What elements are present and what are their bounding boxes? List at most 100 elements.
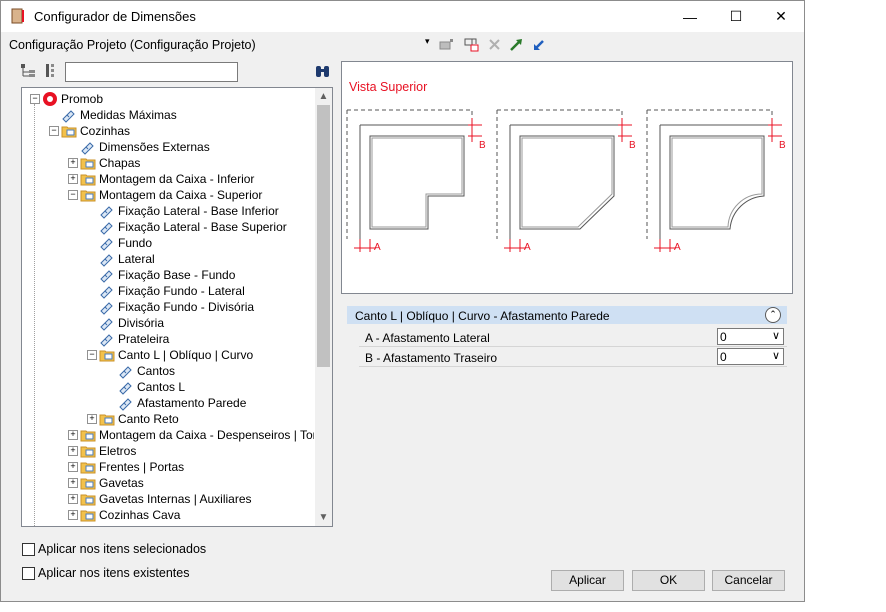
- tree-node[interactable]: +Cozinhas Cava: [22, 507, 314, 523]
- tree-node-label: Gavetas: [99, 476, 144, 490]
- delete-icon[interactable]: [486, 36, 503, 53]
- dialog-window: Configurador de Dimensões — ☐ ✕ Configur…: [0, 0, 805, 602]
- ruler-icon: [99, 251, 115, 267]
- tree-node[interactable]: +Eletros: [22, 443, 314, 459]
- tree-node-label: Montagem da Caixa - Inferior: [99, 172, 254, 186]
- folder-icon: [80, 187, 96, 203]
- expand-icon[interactable]: +: [87, 414, 97, 424]
- collapse-tree-icon[interactable]: −: [87, 350, 97, 360]
- tree-node[interactable]: Fixação Base - Fundo: [22, 267, 314, 283]
- tree-expand-icon[interactable]: [20, 62, 37, 79]
- tree-node-label: Montagem da Caixa - Despenseiros | Torre…: [99, 428, 314, 442]
- category-tree[interactable]: −PromobMedidas Máximas − CozinhasDimensões…: [21, 87, 333, 527]
- tree-node[interactable]: + Montagem da Caixa - Inferior: [22, 171, 314, 187]
- tree-node[interactable]: Dimensões Externas: [22, 139, 314, 155]
- tree-node[interactable]: + Gavetas: [22, 475, 314, 491]
- tree-node-label: Fixação Fundo - Lateral: [118, 284, 245, 298]
- tree-node-label: Cozinhas: [80, 124, 130, 138]
- diagram-2-label-a: A: [524, 242, 531, 252]
- properties-section-header[interactable]: Canto L | Oblíquo | Curvo - Afastamento …: [347, 306, 787, 324]
- tree-node[interactable]: +Frentes | Portas: [22, 459, 314, 475]
- move-icon[interactable]: [463, 36, 480, 53]
- expand-icon[interactable]: +: [68, 174, 78, 184]
- tree-node[interactable]: Fixação Fundo - Divisória: [22, 299, 314, 315]
- tree-node[interactable]: − Cozinhas: [22, 123, 314, 139]
- maximize-button[interactable]: ☐: [713, 1, 759, 32]
- chevron-down-icon[interactable]: ∨: [772, 349, 780, 362]
- scroll-up-icon[interactable]: ▲: [315, 88, 332, 105]
- tree-node[interactable]: Fixação Lateral - Base Superior: [22, 219, 314, 235]
- diagram-3-label-a: A: [674, 242, 681, 252]
- tree-node-label: Cantos: [137, 364, 175, 378]
- folder-icon: [61, 523, 77, 527]
- expand-icon[interactable]: +: [68, 510, 78, 520]
- diagram-curved-corner: B A: [647, 110, 786, 252]
- export-icon[interactable]: [508, 36, 525, 53]
- ok-button[interactable]: OK: [632, 570, 705, 591]
- collapse-icon[interactable]: ⌃: [765, 307, 781, 323]
- apply-button[interactable]: Aplicar: [551, 570, 624, 591]
- folder-icon: [80, 171, 96, 187]
- ruler-icon: [61, 107, 77, 123]
- scrollbar-thumb[interactable]: [317, 105, 330, 367]
- copy-icon[interactable]: [438, 36, 455, 53]
- import-icon[interactable]: [531, 36, 548, 53]
- tree-node-label: Afastamento Parede: [137, 396, 246, 410]
- collapse-tree-icon[interactable]: −: [68, 190, 78, 200]
- tree-node-label: Prateleira: [118, 332, 169, 346]
- tree-node[interactable]: Afastamento Parede: [22, 395, 314, 411]
- tree-node[interactable]: Cantos L: [22, 379, 314, 395]
- collapse-tree-icon[interactable]: −: [30, 94, 40, 104]
- configuration-selector[interactable]: Configuração Projeto (Configuração Proje…: [9, 38, 256, 52]
- tree-node[interactable]: + Montagem da Caixa - Despenseiros | Torr…: [22, 427, 314, 443]
- tree-node[interactable]: Medidas Máximas: [22, 107, 314, 123]
- apply-selected-label: Aplicar nos itens selecionados: [38, 542, 206, 556]
- ruler-icon: [99, 219, 115, 235]
- expand-icon[interactable]: +: [68, 462, 78, 472]
- afastamento-traseiro-select[interactable]: 0 ∨: [717, 348, 784, 365]
- expand-icon[interactable]: +: [68, 446, 78, 456]
- expand-icon[interactable]: +: [68, 158, 78, 168]
- expand-icon[interactable]: +: [68, 430, 78, 440]
- folder-icon: [61, 123, 77, 139]
- collapse-tree-icon[interactable]: −: [49, 126, 59, 136]
- apply-selected-checkbox[interactable]: [22, 543, 35, 556]
- close-button[interactable]: ✕: [758, 1, 804, 32]
- folder-icon: [80, 507, 96, 523]
- tree-node[interactable]: Cantos: [22, 363, 314, 379]
- tree-node-label: Fixação Fundo - Divisória: [118, 300, 254, 314]
- minimize-button[interactable]: —: [667, 1, 713, 32]
- tree-node[interactable]: Fixação Fundo - Lateral: [22, 283, 314, 299]
- app-icon: [11, 8, 25, 24]
- tree-nodes: −PromobMedidas Máximas − CozinhasDimensões…: [22, 88, 314, 527]
- tree-node[interactable]: +Dormitórios: [22, 523, 314, 527]
- tree-node[interactable]: Fundo: [22, 235, 314, 251]
- tree-node[interactable]: Lateral: [22, 251, 314, 267]
- preview-title: Vista Superior: [349, 80, 427, 94]
- expand-icon[interactable]: +: [49, 526, 59, 527]
- tree-node[interactable]: Divisória: [22, 315, 314, 331]
- configuration-dropdown-arrow[interactable]: ▾: [425, 36, 430, 47]
- tree-node[interactable]: −Montagem da Caixa - Superior: [22, 187, 314, 203]
- tree-node[interactable]: +Gavetas Internas | Auxiliares: [22, 491, 314, 507]
- expand-icon[interactable]: +: [68, 478, 78, 488]
- tree-scrollbar[interactable]: ▲ ▼: [315, 88, 332, 526]
- expand-icon[interactable]: +: [68, 494, 78, 504]
- tree-node[interactable]: Fixação Lateral - Base Inferior: [22, 203, 314, 219]
- tree-node-label: Chapas: [99, 156, 140, 170]
- cancel-button[interactable]: Cancelar: [712, 570, 785, 591]
- tree-node[interactable]: +Canto Reto: [22, 411, 314, 427]
- apply-existing-checkbox[interactable]: [22, 567, 35, 580]
- tree-node[interactable]: −Promob: [22, 91, 314, 107]
- tree-search-input[interactable]: [65, 62, 238, 82]
- tree-node[interactable]: Prateleira: [22, 331, 314, 347]
- afastamento-lateral-select[interactable]: 0 ∨: [717, 328, 784, 345]
- promob-logo-icon: [42, 91, 58, 107]
- tree-collapse-icon[interactable]: [42, 62, 59, 79]
- tree-node[interactable]: + Chapas: [22, 155, 314, 171]
- ruler-icon: [118, 395, 134, 411]
- chevron-down-icon[interactable]: ∨: [772, 329, 780, 342]
- tree-node[interactable]: −Canto L | Oblíquo | Curvo: [22, 347, 314, 363]
- binoculars-icon[interactable]: [314, 63, 331, 80]
- scroll-down-icon[interactable]: ▼: [315, 509, 332, 526]
